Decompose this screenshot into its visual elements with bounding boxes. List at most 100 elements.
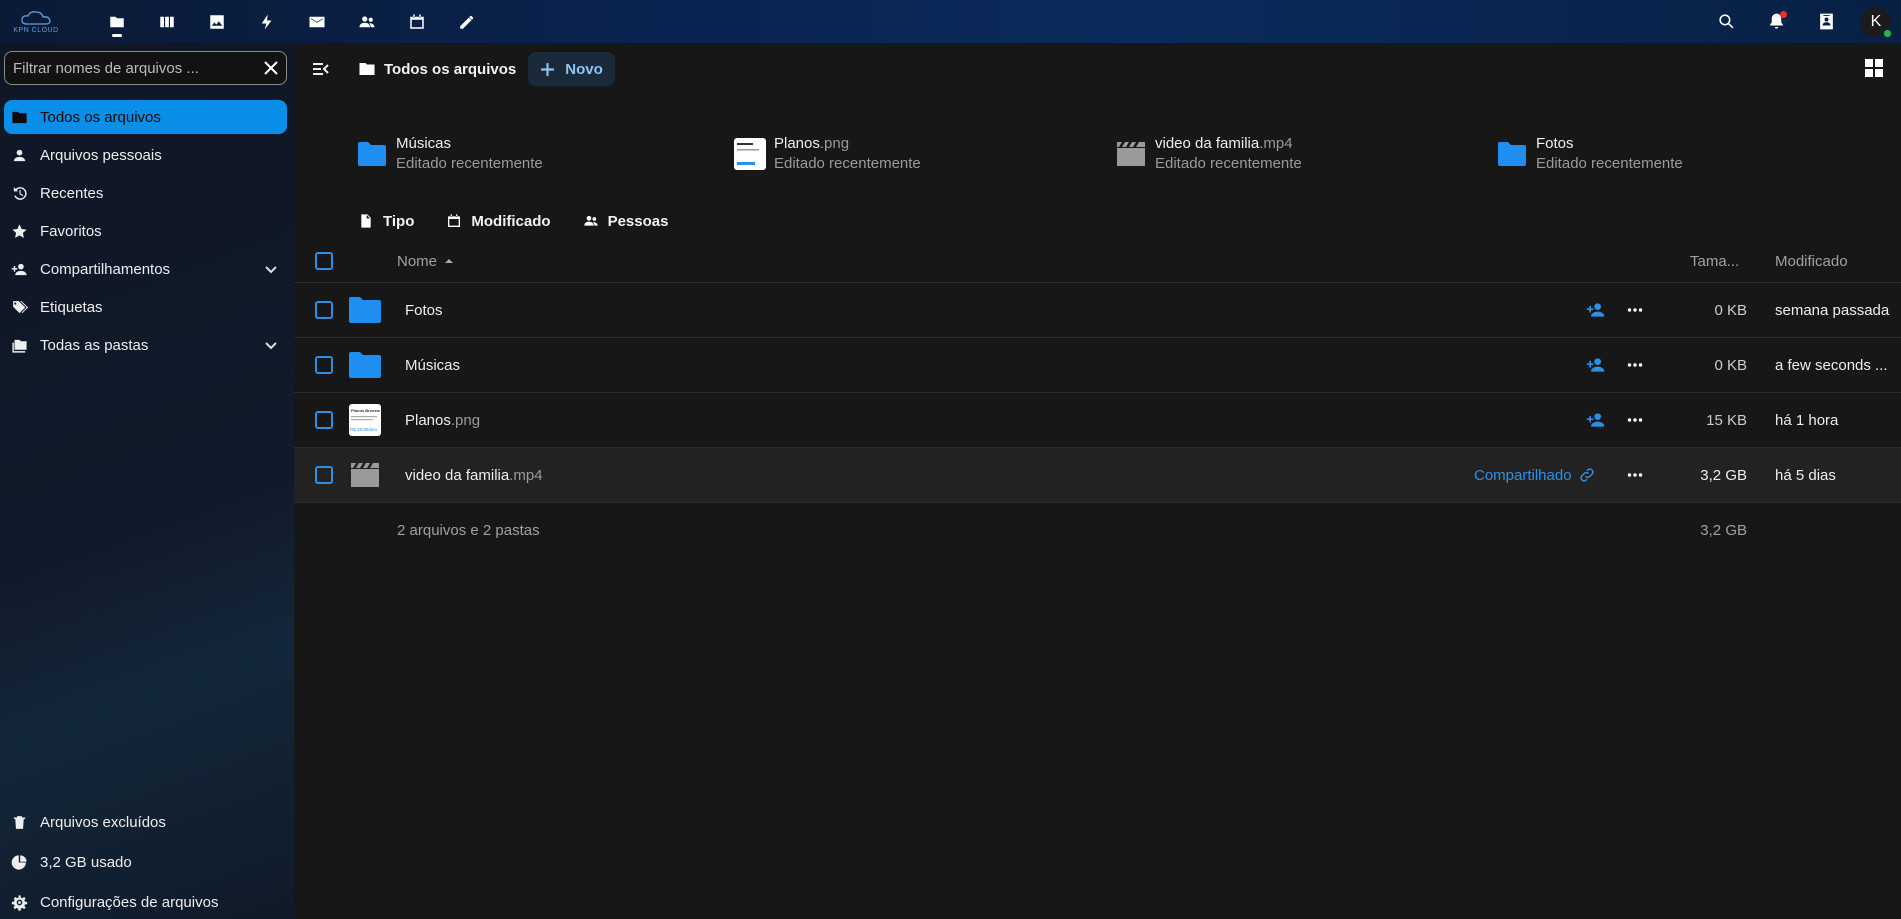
share-button[interactable]	[1581, 350, 1611, 380]
calendar-icon	[448, 214, 461, 227]
app-notes[interactable]	[442, 0, 492, 43]
actions-menu-button[interactable]	[1620, 405, 1650, 435]
table-row[interactable]: video da familia.mp4 Compartilhado 3,2 G…	[294, 448, 1901, 503]
recent-card-planos[interactable]: Planos.png Editado recentemente	[734, 129, 921, 179]
actions-menu-button[interactable]	[1620, 350, 1650, 380]
folder-icon	[12, 111, 27, 123]
recent-card-video[interactable]: video da familia.mp4 Editado recentement…	[1115, 129, 1302, 179]
sidebar: Todos os arquivos Arquivos pessoais Rece…	[0, 43, 294, 919]
column-header-name: Nome	[397, 252, 438, 270]
top-header: KPN CLOUD K	[0, 0, 1901, 43]
file-name[interactable]: Fotos	[405, 302, 443, 319]
column-header-modified[interactable]: Modificado	[1775, 253, 1848, 270]
sidebar-item-tags[interactable]: Etiquetas	[4, 290, 287, 324]
video-icon	[351, 463, 379, 487]
recent-subtitle: Editado recentemente	[774, 155, 921, 172]
filter-people-button[interactable]: Pessoas	[583, 206, 668, 236]
filter-filenames-input[interactable]	[5, 59, 256, 77]
recent-subtitle: Editado recentemente	[396, 155, 543, 172]
app-photos[interactable]	[192, 0, 242, 43]
user-avatar[interactable]: K	[1861, 6, 1892, 38]
files-toolbar: Todos os arquivos Novo	[294, 51, 1901, 87]
filter-modified-button[interactable]: Modificado	[446, 206, 551, 236]
person-icon	[13, 149, 26, 161]
storage-usage-label: 3,2 GB usado	[40, 853, 132, 871]
storage-usage[interactable]: 3,2 GB usado	[4, 845, 287, 879]
search-icon	[1718, 14, 1733, 29]
plus-icon	[541, 62, 555, 76]
file-size: 15 KB	[1706, 411, 1747, 429]
filter-type-button[interactable]: Tipo	[358, 206, 414, 236]
folder-icon	[359, 63, 375, 75]
chevron-down-icon[interactable]	[263, 261, 279, 277]
file-icon	[361, 214, 371, 228]
app-files[interactable]	[92, 0, 142, 43]
sidebar-item-all-files[interactable]: Todos os arquivos	[4, 100, 287, 134]
row-checkbox[interactable]	[315, 411, 333, 429]
table-row[interactable]: Fotos 0 KB semana passada	[294, 283, 1901, 338]
logo-text: KPN CLOUD	[13, 26, 59, 34]
grid-view-toggle[interactable]	[1861, 55, 1887, 81]
filter-modified-label: Modificado	[471, 212, 551, 230]
recent-name: Fotos	[1536, 135, 1574, 152]
file-name[interactable]: video da familia.mp4	[405, 467, 543, 484]
select-all-checkbox[interactable]	[315, 252, 333, 270]
sidebar-item-label: Arquivos excluídos	[40, 813, 166, 831]
file-name[interactable]: Planos.png	[405, 412, 480, 429]
clear-filter-button[interactable]	[256, 53, 286, 83]
app-contacts[interactable]	[342, 0, 392, 43]
recent-files: Músicas Editado recentemente Planos.png …	[356, 129, 1876, 179]
actions-menu-button[interactable]	[1620, 460, 1650, 490]
share-button[interactable]	[1581, 405, 1611, 435]
pencil-icon	[460, 15, 474, 29]
file-modified: semana passada	[1775, 301, 1890, 319]
app-calendar[interactable]	[392, 0, 442, 43]
row-checkbox[interactable]	[315, 466, 333, 484]
cloud-logo-icon	[21, 10, 51, 25]
table-row[interactable]: Planos Brenzia R$ 49,90/ano Planos.png 1…	[294, 393, 1901, 448]
row-checkbox[interactable]	[315, 301, 333, 319]
sidebar-item-recent[interactable]: Recentes	[4, 176, 287, 210]
search-button[interactable]	[1701, 0, 1751, 43]
share-person-icon	[1586, 358, 1605, 372]
shared-label: Compartilhado	[1474, 466, 1572, 484]
mail-icon	[309, 16, 325, 27]
recent-card-fotos[interactable]: Fotos Editado recentemente	[1496, 129, 1683, 179]
actions-menu-button[interactable]	[1620, 295, 1650, 325]
sidebar-item-label: Arquivos pessoais	[40, 146, 162, 164]
folder-icon	[358, 142, 386, 166]
recent-subtitle: Editado recentemente	[1155, 155, 1302, 172]
file-name[interactable]: Músicas	[405, 357, 460, 374]
sidebar-item-shares[interactable]: Compartilhamentos	[4, 252, 287, 286]
breadcrumb[interactable]: Todos os arquivos	[358, 60, 516, 78]
sidebar-item-deleted-files[interactable]: Arquivos excluídos	[4, 805, 287, 839]
shared-status-button[interactable]: Compartilhado	[1474, 466, 1596, 484]
app-deck[interactable]	[142, 0, 192, 43]
row-checkbox[interactable]	[315, 356, 333, 374]
app-mail[interactable]	[292, 0, 342, 43]
recent-card-musicas[interactable]: Músicas Editado recentemente	[356, 129, 543, 179]
sidebar-item-personal-files[interactable]: Arquivos pessoais	[4, 138, 287, 172]
chevron-down-icon[interactable]	[263, 337, 279, 353]
header-actions: K	[1701, 0, 1901, 43]
video-icon	[1117, 142, 1145, 166]
more-horizontal-icon	[1627, 363, 1643, 367]
notifications-button[interactable]	[1751, 0, 1801, 43]
table-row[interactable]: Músicas 0 KB a few seconds ...	[294, 338, 1901, 393]
breadcrumb-label: Todos os arquivos	[384, 60, 517, 78]
sidebar-item-favorites[interactable]: Favoritos	[4, 214, 287, 248]
contacts-icon	[359, 15, 375, 27]
pie-chart-icon	[11, 854, 27, 870]
column-header-size[interactable]: Tama...	[1690, 253, 1739, 270]
toggle-navigation-button[interactable]	[306, 54, 336, 84]
kpn-cloud-logo[interactable]: KPN CLOUD	[0, 0, 72, 43]
app-activity[interactable]	[242, 0, 292, 43]
new-button[interactable]: Novo	[528, 52, 615, 86]
contacts-menu-button[interactable]	[1801, 0, 1851, 43]
folder-icon	[110, 16, 124, 27]
sort-by-name-button[interactable]: Nome	[397, 253, 454, 270]
share-button[interactable]	[1581, 295, 1611, 325]
sidebar-item-all-folders[interactable]: Todas as pastas	[4, 328, 287, 362]
sidebar-item-file-settings[interactable]: Configurações de arquivos	[4, 885, 287, 919]
trash-icon	[13, 815, 26, 829]
